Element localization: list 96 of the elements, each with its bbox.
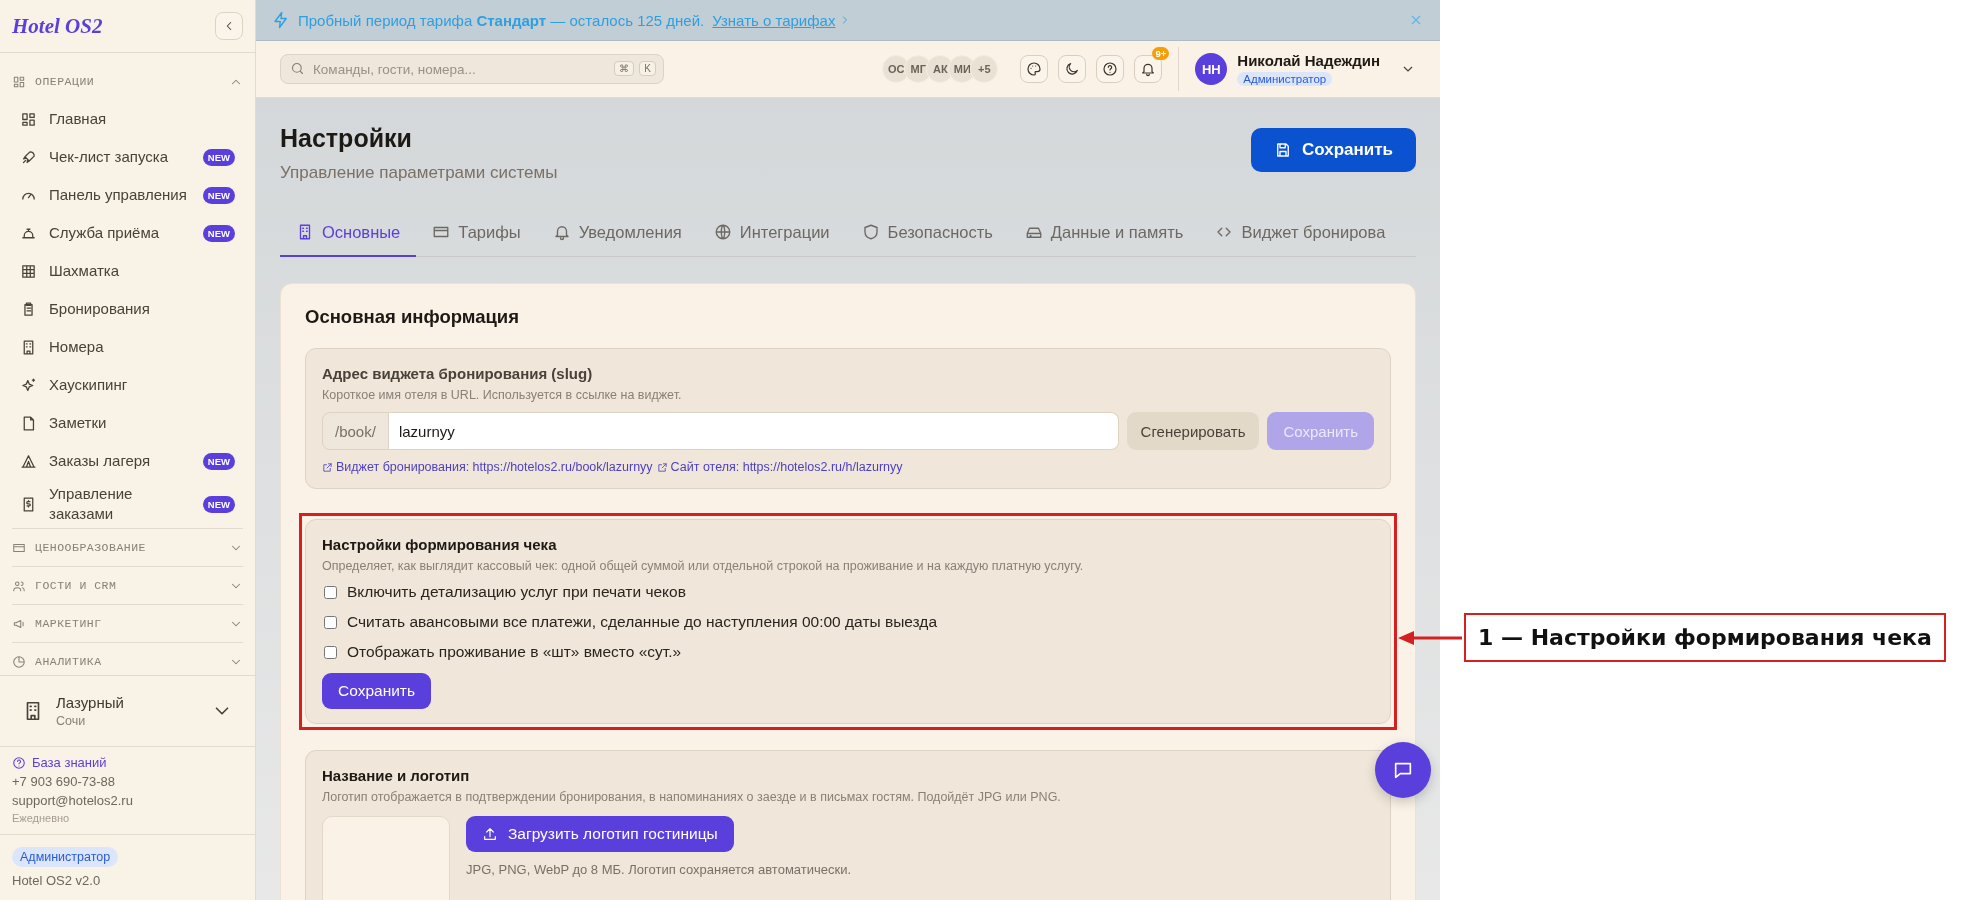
new-badge: NEW <box>202 186 235 204</box>
nav-group-header[interactable]: ГОСТИ И CRM <box>12 567 243 604</box>
settings-tab[interactable]: Данные и память <box>1008 209 1200 257</box>
section-description: Логотип отображается в подтверждении бронирования, в напоминаниях о заезде и в письмах гостям. Подойдёт JPG или PNG. <box>322 790 1062 804</box>
tent-icon <box>20 452 37 470</box>
grid-icon <box>12 74 26 89</box>
settings-tab[interactable]: Безопасность <box>845 209 1009 257</box>
sidebar-item[interactable]: Служба приёма NEW <box>12 214 243 252</box>
lightning-icon <box>272 11 290 29</box>
app-logo: Hotel OS2 <box>12 13 103 39</box>
shield-icon <box>861 223 880 241</box>
new-badge: NEW <box>202 452 235 470</box>
sidebar-item[interactable]: Шахматка <box>12 252 243 290</box>
url-prefix: /book/ <box>322 412 389 450</box>
checkbox[interactable] <box>324 645 337 659</box>
role-badge: Администратор <box>1237 71 1333 86</box>
checkbox-label: Считать авансовыми все платежи, сделанные до наступления 00:00 даты выезда <box>347 613 937 631</box>
sidebar-item[interactable]: Заметки <box>12 404 243 442</box>
search-icon <box>290 61 305 76</box>
settings-tab[interactable]: Виджет бронирова <box>1199 209 1402 257</box>
globe-icon <box>713 223 732 241</box>
callout-label: 1 — Настройки формирования чека <box>1464 613 1946 662</box>
page-title: Настройки <box>280 124 413 153</box>
settings-tab[interactable]: Уведомления <box>536 209 698 257</box>
checkbox[interactable] <box>324 585 337 599</box>
checkbox-label: Включить детализацию услуг при печати чеков <box>347 583 686 601</box>
upload-hint: JPG, PNG, WebP до 8 МБ. Логотип сохраняется автоматически. <box>466 862 852 877</box>
user-name: Николай Надеждин <box>1237 51 1380 69</box>
sidebar-item[interactable]: Чек-лист запуска NEW <box>12 138 243 176</box>
generate-button[interactable]: Сгенерировать <box>1126 412 1260 450</box>
users-icon <box>12 578 26 593</box>
bell-icon <box>552 223 571 241</box>
shortcut-key: K <box>639 61 656 76</box>
section-title: Адрес виджета бронирования (slug) <box>322 365 594 382</box>
url-link[interactable]: Сайт отеля: https://hotelos2.ru/h/lazurnyy <box>656 460 903 474</box>
grid-icon <box>20 110 37 128</box>
pie-chart-icon <box>12 654 26 669</box>
hotel-selector[interactable]: Лазурный Сочи <box>0 675 255 747</box>
settings-tab[interactable]: Основные <box>280 209 417 257</box>
new-badge: NEW <box>202 495 235 513</box>
new-badge: NEW <box>202 224 235 242</box>
section-description: Короткое имя отеля в URL. Используется в ссылке на виджет. <box>322 388 683 402</box>
page-subtitle: Управление параметрами системы <box>280 163 558 183</box>
rocket-icon <box>20 148 37 166</box>
notification-count: 9+ <box>1152 47 1170 60</box>
sidebar-item[interactable]: Хаускипинг <box>12 366 243 404</box>
save-button[interactable]: Сохранить <box>1251 128 1416 172</box>
checkbox-label: Отображать проживание в «шт» вместо «сут.» <box>347 643 682 661</box>
support-email: support@hotelos2.ru <box>12 793 134 808</box>
support-phone: +7 903 690-73-88 <box>12 774 116 789</box>
palette-icon <box>1026 61 1043 77</box>
sidebar-item[interactable]: Номера <box>12 328 243 366</box>
section-title: Настройки формирования чека <box>322 536 558 553</box>
help-icon <box>1102 61 1119 77</box>
sidebar-item[interactable]: Заказы лагеря NEW <box>12 442 243 480</box>
checkbox[interactable] <box>324 615 337 629</box>
settings-tab[interactable]: Интеграции <box>697 209 846 257</box>
role-badge: Администратор <box>12 847 119 867</box>
sparkle-icon <box>20 376 37 394</box>
knowledge-base-link[interactable]: База знаний <box>12 755 243 770</box>
notifications-button[interactable] <box>1134 55 1163 83</box>
nav-group-header[interactable]: ОПЕРАЦИИ <box>12 63 243 100</box>
sidebar-item[interactable]: Бронирования <box>12 290 243 328</box>
upload-icon <box>482 826 498 842</box>
help-button[interactable] <box>1096 55 1125 83</box>
user-avatar[interactable]: НН <box>1195 53 1228 85</box>
palette-button[interactable] <box>1020 55 1049 83</box>
slug-input-field[interactable]: lazurnyy <box>388 412 1119 450</box>
section-description: Определяет, как выглядит кассовый чек: одной общей суммой или отдельной строкой на проживание и на каждую платную услугу. <box>322 559 1085 573</box>
callout-arrow <box>1398 628 1464 648</box>
upload-logo-button[interactable]: Загрузить логотип гостиницы <box>466 816 734 852</box>
moon-icon <box>1064 61 1081 77</box>
shortcut-key: ⌘ <box>614 61 635 76</box>
save-icon <box>1274 141 1292 159</box>
bell-icon <box>1140 61 1157 77</box>
support-hours: Ежедневно <box>12 812 71 824</box>
url-link[interactable]: Виджет бронирования: https://hotelos2.ru/book/lazurnyy <box>322 460 653 474</box>
nav-group-header[interactable]: МАРКЕТИНГ <box>12 605 243 642</box>
theme-button[interactable] <box>1058 55 1087 83</box>
card-title: Основная информация <box>305 306 521 328</box>
section-title: Название и логотип <box>322 767 471 784</box>
trial-message: Пробный период тарифа Стандарт — осталось 125 дней. <box>298 11 705 29</box>
sidebar-item[interactable]: Панель управления NEW <box>12 176 243 214</box>
settings-tab[interactable]: Тарифы <box>416 209 537 257</box>
save-button[interactable]: Сохранить <box>322 673 432 709</box>
nav-group-header[interactable]: АНАЛИТИКА <box>12 643 243 675</box>
help-icon <box>12 755 26 770</box>
sidebar-item[interactable]: Главная <box>12 100 243 138</box>
app-version: Hotel OS2 v2.0 <box>12 873 101 888</box>
more-users-count[interactable]: +5 <box>970 55 999 83</box>
external-link-icon <box>656 461 668 473</box>
external-link-icon <box>322 461 333 473</box>
sidebar-item[interactable]: Управление заказами NEW <box>12 480 243 528</box>
table-grid-icon <box>20 262 37 280</box>
nav-group-header[interactable]: ЦЕНООБРАЗОВАНИЕ <box>12 529 243 566</box>
new-badge: NEW <box>202 148 235 166</box>
